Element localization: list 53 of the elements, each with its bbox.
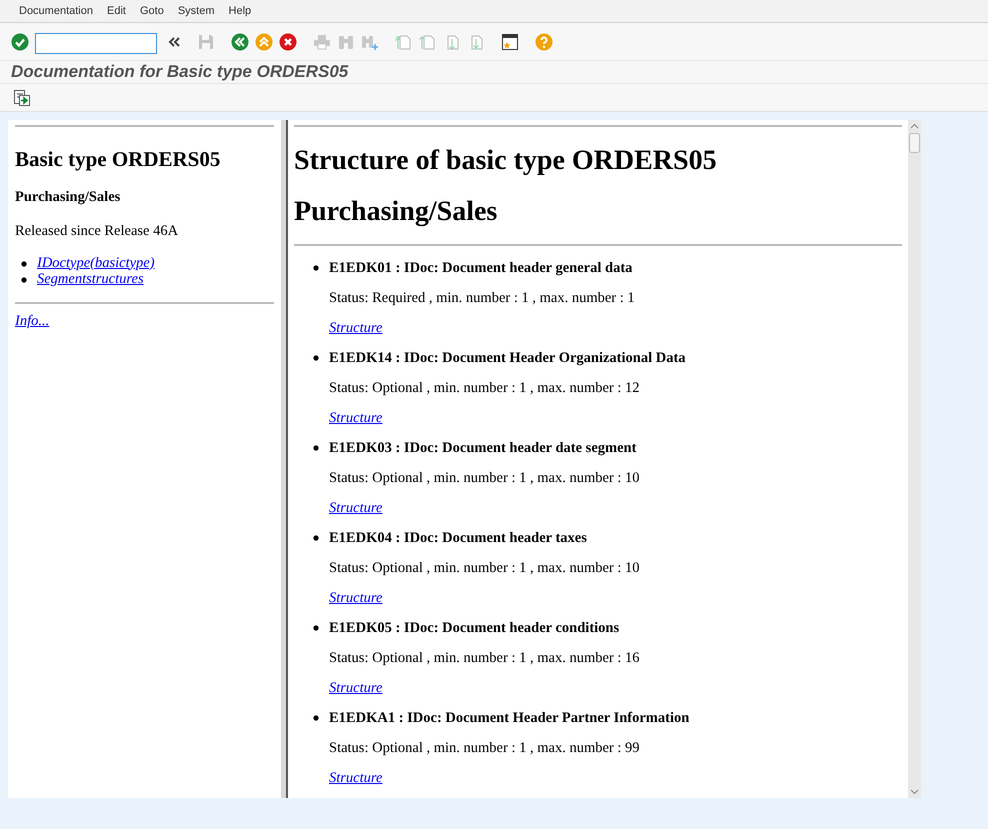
back-icon[interactable] [231, 32, 249, 50]
document-subheading: Purchasing/Sales [294, 195, 498, 229]
bullet-icon [313, 715, 319, 721]
help-icon[interactable] [535, 32, 553, 50]
menu-item[interactable]: Edit [100, 2, 133, 20]
segment-title: E1EDK04 : IDoc: Document header taxes [329, 529, 588, 547]
cancel-icon[interactable] [279, 32, 297, 50]
structure-link[interactable]: Structure [329, 410, 382, 426]
segment-title: E1EDK03 : IDoc: Document header date segment [329, 439, 638, 457]
pane-heading: Basic type ORDERS05 [15, 146, 222, 172]
bullet-icon [313, 625, 319, 631]
structure-link[interactable]: Structure [329, 590, 382, 606]
structure-link[interactable]: Structure [329, 320, 382, 336]
document-link[interactable]: Segmentstructures [37, 270, 144, 286]
bullet-icon [313, 535, 319, 541]
structure-link[interactable]: Structure [329, 500, 382, 516]
document-heading: Structure of basic type ORDERS05 [294, 144, 718, 178]
segment-title: E1EDK14 : IDoc: Document Header Organizational Data [329, 349, 687, 367]
window-star-icon[interactable] [501, 32, 519, 50]
menu-item[interactable]: Help [222, 2, 258, 20]
segment-status: Status: Optional , min. number : 1 , max. number : 16 [329, 649, 641, 667]
pane-subheading: Purchasing/Sales [15, 188, 122, 207]
scrollbar[interactable] [908, 120, 921, 798]
scroll-up-icon[interactable] [910, 123, 919, 129]
document-link[interactable]: IDoctype(basictype) [37, 254, 155, 270]
bullet-icon [313, 445, 319, 451]
segment-status: Status: Required , min. number : 1 , max. number : 1 [329, 289, 636, 307]
segment-status: Status: Optional , min. number : 1 , max. number : 99 [329, 739, 641, 757]
bullet-icon [313, 265, 319, 271]
menu-item[interactable]: Documentation [12, 2, 100, 20]
segment-title: E1EDKA1 : IDoc: Document Header Partner Information [329, 709, 690, 727]
structure-link[interactable]: Structure [329, 770, 382, 786]
info-link[interactable]: Info... [15, 310, 50, 332]
bullet-icon [21, 276, 27, 282]
bullet-icon [313, 355, 319, 361]
structure-link[interactable]: Structure [329, 680, 382, 696]
screen-title: Documentation for Basic type ORDERS05 [11, 61, 348, 84]
pane-splitter[interactable] [281, 120, 288, 798]
export-document-icon[interactable] [13, 88, 31, 106]
segment-status: Status: Optional , min. number : 1 , max. number : 12 [329, 379, 641, 397]
menu-item[interactable]: Goto [132, 2, 171, 20]
bullet-icon [21, 260, 27, 266]
menu-item[interactable]: System [170, 2, 222, 20]
scroll-down-icon[interactable] [910, 789, 919, 795]
command-field[interactable] [35, 32, 157, 54]
segment-title: E1EDK05 : IDoc: Document header conditions [329, 619, 620, 637]
segment-status: Status: Optional , min. number : 1 , max. number : 10 [329, 469, 641, 487]
segment-title: E1EDK01 : IDoc: Document header general data [329, 259, 634, 277]
segment-status: Status: Optional , min. number : 1 , max. number : 10 [329, 559, 641, 577]
check-icon[interactable] [11, 32, 29, 50]
release-text: Released since Release 46A [15, 222, 180, 241]
scroll-thumb[interactable] [909, 133, 920, 153]
up-icon[interactable] [255, 32, 273, 50]
